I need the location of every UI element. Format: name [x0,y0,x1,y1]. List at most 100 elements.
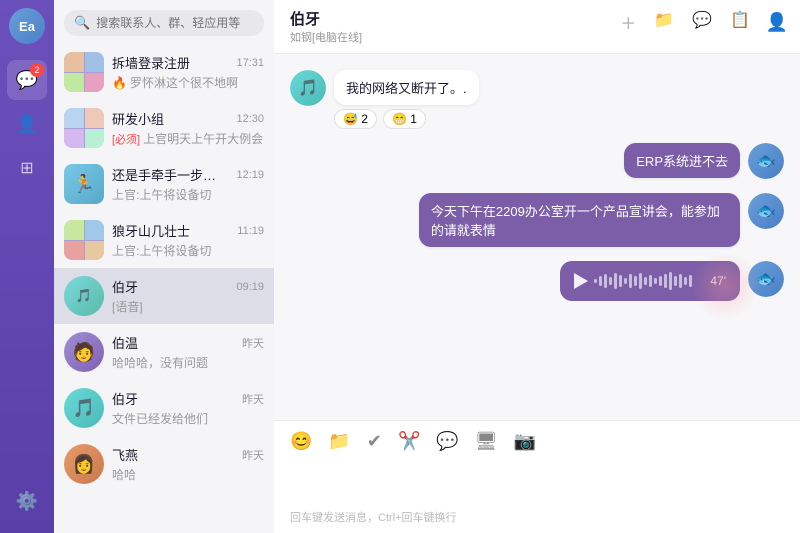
message-avatar: 🐟 [748,261,784,297]
scissors-icon[interactable]: ✂️ [398,431,420,452]
item-content: 拆墙登录注册 17:31 🔥 罗怀淋这个很不地啊 [112,53,264,91]
sidebar-icons: 💬 2 👤 ⊞ [0,60,54,188]
input-area: 😊 📁 ✔ ✂️ 💬 🖥 📷 回车键发送消息，Ctrl+回车键换行 [274,420,800,533]
layout-icon[interactable]: 📋 [730,10,750,34]
chat-list-item[interactable]: 狼牙山几壮士 11:19 上官:上午将设备切 [54,212,274,268]
item-preview: [必须]上官明天上午开大例会 1 [112,130,264,147]
input-hint: 回车键发送消息，Ctrl+回车键换行 [290,509,784,525]
voice-message-row: 🐟 [290,261,784,301]
item-name: 拆墙登录注册 [112,53,190,72]
item-content: 狼牙山几壮士 11:19 上官:上午将设备切 [112,221,264,259]
chat-items-list: 拆墙登录注册 17:31 🔥 罗怀淋这个很不地啊 研发 [54,44,274,533]
search-input-wrap: 🔍 [64,10,264,36]
chat-list-item[interactable]: 研发小组 12:30 [必须]上官明天上午开大例会 1 [54,100,274,156]
message-avatar: 🐟 [748,143,784,179]
camera-icon[interactable]: 📷 [514,431,536,452]
chat-list-item[interactable]: 🎵 伯牙 昨天 文件已经发给他们 [54,380,274,436]
item-content: 伯牙 09:19 [语音] [112,277,264,315]
sidebar-bottom: ⚙️ [7,481,47,533]
folder-icon[interactable]: 📁 [654,10,674,34]
play-icon [574,273,588,289]
item-avatar: 🎵 [64,388,104,428]
chat-contact-status: 如钢[电脑在线] [290,29,362,45]
item-avatar: 🎵 [64,276,104,316]
item-name: 还是手牵手一步… [112,165,216,184]
item-preview: 🔥 罗怀淋这个很不地啊 [112,74,264,91]
search-icon: 🔍 [74,15,90,31]
item-preview: 上官:上午将设备切 [112,186,264,203]
item-content: 伯牙 昨天 文件已经发给他们 [112,389,264,427]
item-name: 伯温 [112,333,138,352]
item-time: 12:30 [236,113,264,125]
item-content: 飞燕 昨天 哈哈 [112,445,264,483]
chat-icon[interactable]: 💬 [436,431,458,452]
chat-nav-icon[interactable]: 💬 2 [7,60,47,100]
item-time: 昨天 [242,447,264,463]
item-content: 还是手牵手一步… 12:19 上官:上午将设备切 [112,165,264,203]
message-row: 🐟 ERP系统进不去 [290,143,784,179]
message-row: 🎵 我的网络又断开了。. 😅 2 😁 1 [290,70,784,129]
item-content: 伯温 昨天 哈哈哈，没有问题 [112,333,264,371]
chat-list-item[interactable]: 👩 飞燕 昨天 哈哈 [54,436,274,492]
chat-list-panel: 🔍 拆墙登录注册 17:31 🔥 罗怀淋这个很不地啊 [54,0,274,533]
add-icon[interactable]: ＋ [620,10,636,34]
item-time: 09:19 [236,281,264,293]
chat-contact-name: 伯牙 [290,8,362,29]
item-time: 12:19 [236,169,264,181]
item-avatar [64,220,104,260]
contacts-nav-icon[interactable]: 👤 [7,104,47,144]
item-avatar [64,108,104,148]
apps-nav-icon[interactable]: ⊞ [7,148,47,188]
profile-icon[interactable]: 👤 [766,12,788,33]
chat-action-icon[interactable]: 💬 [692,10,712,34]
message-text: ERP系统进不去 [636,154,728,169]
search-bar: 🔍 [54,0,274,44]
reaction-button[interactable]: 😁 1 [383,109,426,129]
item-preview: [语音] [112,298,264,315]
message-body: ERP系统进不去 [624,143,740,178]
search-input[interactable] [96,16,254,30]
item-name: 狼牙山几壮士 [112,221,190,240]
messages-area: 🎵 我的网络又断开了。. 😅 2 😁 1 🐟 ERP系统进不去 [274,54,800,420]
item-name: 伯牙 [112,277,138,296]
item-preview: 哈哈哈，没有问题 [112,354,264,371]
header-actions: ＋ 📁 💬 📋 [620,10,750,34]
item-preview: 文件已经发给他们 [112,410,264,427]
item-time: 11:19 [237,225,264,237]
message-input[interactable] [290,460,784,500]
reaction-button[interactable]: 😅 2 [334,109,377,129]
message-text: 我的网络又断开了。. [346,81,467,96]
message-bubble-active: 今天下午在2209办公室开一个产品宣讲会，能参加的请就表情 [419,193,740,247]
item-avatar [64,52,104,92]
screen-icon[interactable]: 🖥 [475,431,498,452]
message-reactions: 😅 2 😁 1 [334,109,479,129]
message-text: 今天下午在2209办公室开一个产品宣讲会，能参加的请就表情 [431,204,720,238]
item-avatar: 🧑 [64,332,104,372]
item-preview: 上官:上午将设备切 [112,242,264,259]
chat-header-info: 伯牙 如钢[电脑在线] [290,8,362,45]
toolbar: 😊 📁 ✔ ✂️ 💬 🖥 📷 [290,431,784,452]
item-name: 伯牙 [112,389,138,408]
chat-list-item-active[interactable]: 🎵 伯牙 09:19 [语音] [54,268,274,324]
message-bubble: ERP系统进不去 [624,143,740,178]
item-name: 飞燕 [112,445,138,464]
task-icon[interactable]: ✔ [367,431,382,452]
chat-header: ＋ 📁 💬 📋 伯牙 如钢[电脑在线] 👤 [274,0,800,54]
message-bubble: 我的网络又断开了。. [334,70,479,105]
settings-nav-icon[interactable]: ⚙️ [7,481,47,521]
chat-list-item[interactable]: 🧑 伯温 昨天 哈哈哈，没有问题 [54,324,274,380]
chat-list-item[interactable]: 🏃 还是手牵手一步… 12:19 上官:上午将设备切 [54,156,274,212]
message-row: 🐟 今天下午在2209办公室开一个产品宣讲会，能参加的请就表情 [290,193,784,247]
voice-duration: 47' [710,274,726,288]
message-body: 我的网络又断开了。. 😅 2 😁 1 [334,70,479,129]
item-time: 昨天 [242,335,264,351]
item-avatar: 🏃 [64,164,104,204]
file-icon[interactable]: 📁 [328,431,350,452]
item-avatar: 👩 [64,444,104,484]
emoji-icon[interactable]: 😊 [290,431,312,452]
voice-message[interactable]: 47' [560,261,740,301]
chat-list-item[interactable]: 拆墙登录注册 17:31 🔥 罗怀淋这个很不地啊 [54,44,274,100]
user-avatar[interactable]: Ea [9,8,45,44]
message-avatar: 🎵 [290,70,326,106]
sidebar: Ea 💬 2 👤 ⊞ ⚙️ [0,0,54,533]
